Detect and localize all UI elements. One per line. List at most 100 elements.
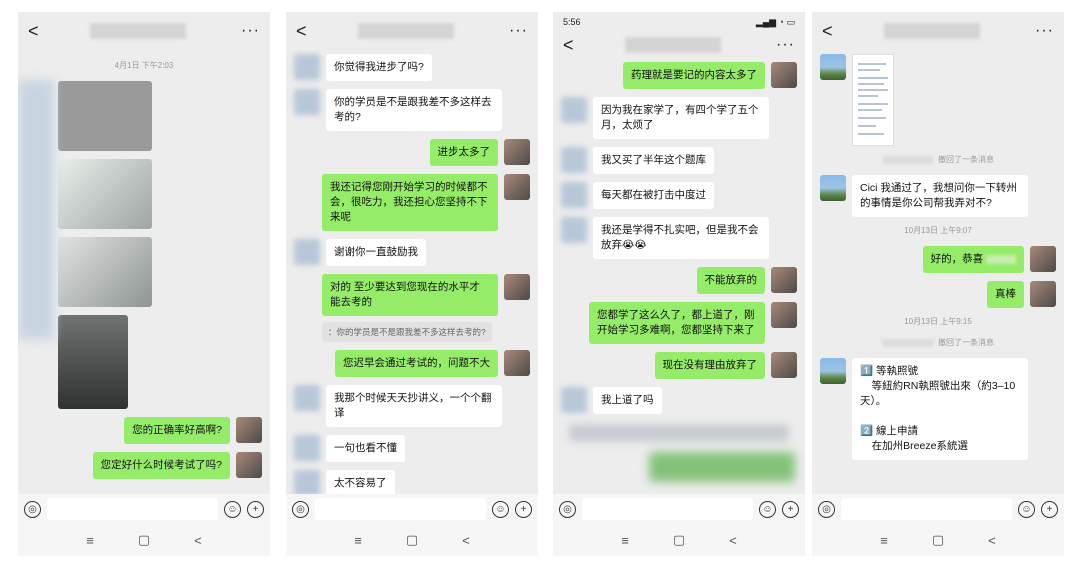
more-icon[interactable]: ··· [241,22,260,40]
nav-back-icon[interactable]: < [729,533,737,548]
message-bubble[interactable]: 因为我在家学了，有四个学了五个月，太烦了 [593,97,769,139]
message-bubble[interactable]: 我那个时候天天抄讲义，一个个翻译 [326,385,502,427]
back-icon[interactable]: < [28,21,48,42]
avatar[interactable] [294,239,320,265]
menu-icon[interactable]: ≡ [86,533,94,548]
message-bubble[interactable]: 进步太多了 [429,139,498,166]
more-icon[interactable]: ··· [776,36,795,54]
message-input[interactable] [315,498,486,520]
chat-area[interactable]: 药理就是要记的内容太多了 因为我在家学了，有四个学了五个月，太烦了 我又买了半年… [553,58,805,494]
message-bubble[interactable]: 我还记得您刚开始学习的时候都不会，很吃力，我还担心您坚持不下来呢 [322,174,498,231]
message-input[interactable] [47,498,218,520]
nav-back-icon[interactable]: < [988,533,996,548]
menu-icon[interactable]: ≡ [621,533,629,548]
message-bubble[interactable]: 一句也看不懂 [326,435,405,462]
message-bubble[interactable]: Cici 我通过了，我想问你一下转州的事情是你公司帮我弄对不? [852,175,1028,217]
avatar[interactable] [561,387,587,413]
menu-icon[interactable]: ≡ [880,533,888,548]
back-icon[interactable]: < [296,21,316,42]
message-bubble[interactable]: 您迟早会通过考试的，问题不大 [335,350,498,377]
message-bubble[interactable]: 现在没有理由放弃了 [654,352,765,379]
system-nav-bar: ≡ ▢ < [18,524,270,556]
avatar[interactable] [294,385,320,411]
avatar[interactable] [294,435,320,461]
message-bubble[interactable]: 谢谢你一直鼓励我 [326,239,426,266]
avatar[interactable] [1030,246,1056,272]
avatar[interactable] [294,470,320,494]
phone-4: < ··· 撤回了一条消息 Cici 我通过了，我想问你一下转州的事情是你公司帮… [812,12,1064,556]
emoji-icon[interactable]: ☺ [759,500,776,518]
quoted-message[interactable]: ：你的学员是不是跟我差不多这样去考的? [322,322,492,342]
avatar[interactable] [771,267,797,293]
avatar[interactable] [771,352,797,378]
message-bubble[interactable]: 您的正确率好高啊? [124,417,230,444]
more-icon[interactable]: ··· [509,22,528,40]
image-message[interactable] [58,315,128,409]
avatar[interactable] [1030,281,1056,307]
emoji-icon[interactable]: ☺ [492,500,509,518]
more-icon[interactable]: ··· [1035,22,1054,40]
voice-icon[interactable]: ◎ [292,500,309,518]
avatar[interactable] [504,139,530,165]
message-bubble[interactable]: 太不容易了 [326,470,395,494]
plus-icon[interactable]: + [782,500,799,518]
message-bubble[interactable]: 我还是学得不扎实吧，但是我不会放弃😭😭 [593,217,769,259]
home-icon[interactable]: ▢ [138,532,150,548]
back-icon[interactable]: < [563,35,583,56]
message-input[interactable] [582,498,753,520]
home-icon[interactable]: ▢ [932,532,944,548]
avatar[interactable] [820,54,846,80]
chat-area[interactable]: 你觉得我进步了吗? 你的学员是不是跟我差不多这样去考的? 进步太多了 我还记得您… [286,50,538,494]
avatar[interactable] [504,350,530,376]
message-bubble[interactable]: 您定好什么时候考试了吗? [92,452,230,479]
avatar[interactable] [504,274,530,300]
chat-area[interactable]: 撤回了一条消息 Cici 我通过了，我想问你一下转州的事情是你公司帮我弄对不? … [812,50,1064,494]
message-bubble[interactable]: 1️⃣ 等執照號 等紐約RN執照號出來（約3–10天）。 2️⃣ 線上申請 在加… [852,358,1028,460]
nav-back-icon[interactable]: < [194,533,202,548]
message-bubble[interactable]: 真棒 [987,281,1024,308]
avatar[interactable] [294,89,320,115]
avatar[interactable] [294,54,320,80]
back-icon[interactable]: < [822,21,842,42]
message-bubble[interactable]: 每天都在被打击中度过 [593,182,714,209]
emoji-icon[interactable]: ☺ [224,500,241,518]
plus-icon[interactable]: + [1041,500,1058,518]
image-message[interactable] [58,159,152,229]
plus-icon[interactable]: + [247,500,264,518]
message-input[interactable] [841,498,1012,520]
emoji-icon[interactable]: ☺ [1018,500,1035,518]
voice-icon[interactable]: ◎ [818,500,835,518]
message-bubble[interactable]: 您都学了这么久了，都上道了，刚开始学习多难啊，您都坚持下来了 [589,302,765,344]
nav-back-icon[interactable]: < [462,533,470,548]
voice-icon[interactable]: ◎ [24,500,41,518]
avatar[interactable] [561,182,587,208]
message-bubble[interactable]: 你的学员是不是跟我差不多这样去考的? [326,89,502,131]
avatar[interactable] [820,358,846,384]
image-message[interactable] [58,237,152,307]
avatar[interactable] [236,452,262,478]
voice-icon[interactable]: ◎ [559,500,576,518]
message-bubble[interactable]: 对的 至少要达到您现在的水平才能去考的 [322,274,498,316]
message-bubble[interactable]: 不能放弃的 [696,267,765,294]
menu-icon[interactable]: ≡ [354,533,362,548]
avatar[interactable] [236,417,262,443]
image-message[interactable] [58,81,152,151]
message-bubble[interactable]: 药理就是要记的内容太多了 [623,62,765,89]
avatar[interactable] [771,62,797,88]
home-icon[interactable]: ▢ [673,532,685,548]
message-bubble[interactable]: 我又买了半年这个题库 [593,147,714,174]
avatar[interactable] [561,147,587,173]
message-row: 我上道了吗 [553,387,805,414]
avatar[interactable] [771,302,797,328]
plus-icon[interactable]: + [515,500,532,518]
avatar[interactable] [561,97,587,123]
avatar[interactable] [504,174,530,200]
home-icon[interactable]: ▢ [406,532,418,548]
message-bubble[interactable]: 我上道了吗 [593,387,662,414]
avatar[interactable] [820,175,846,201]
document-image-message[interactable] [852,54,894,146]
chat-area[interactable]: 4月1日 下午2:03 您的正确率好高啊? 您定好什么时候考试了吗? [18,50,270,494]
avatar[interactable] [561,217,587,243]
message-bubble[interactable]: 你觉得我进步了吗? [326,54,432,81]
message-bubble[interactable]: 好的，恭喜 [922,246,1024,273]
